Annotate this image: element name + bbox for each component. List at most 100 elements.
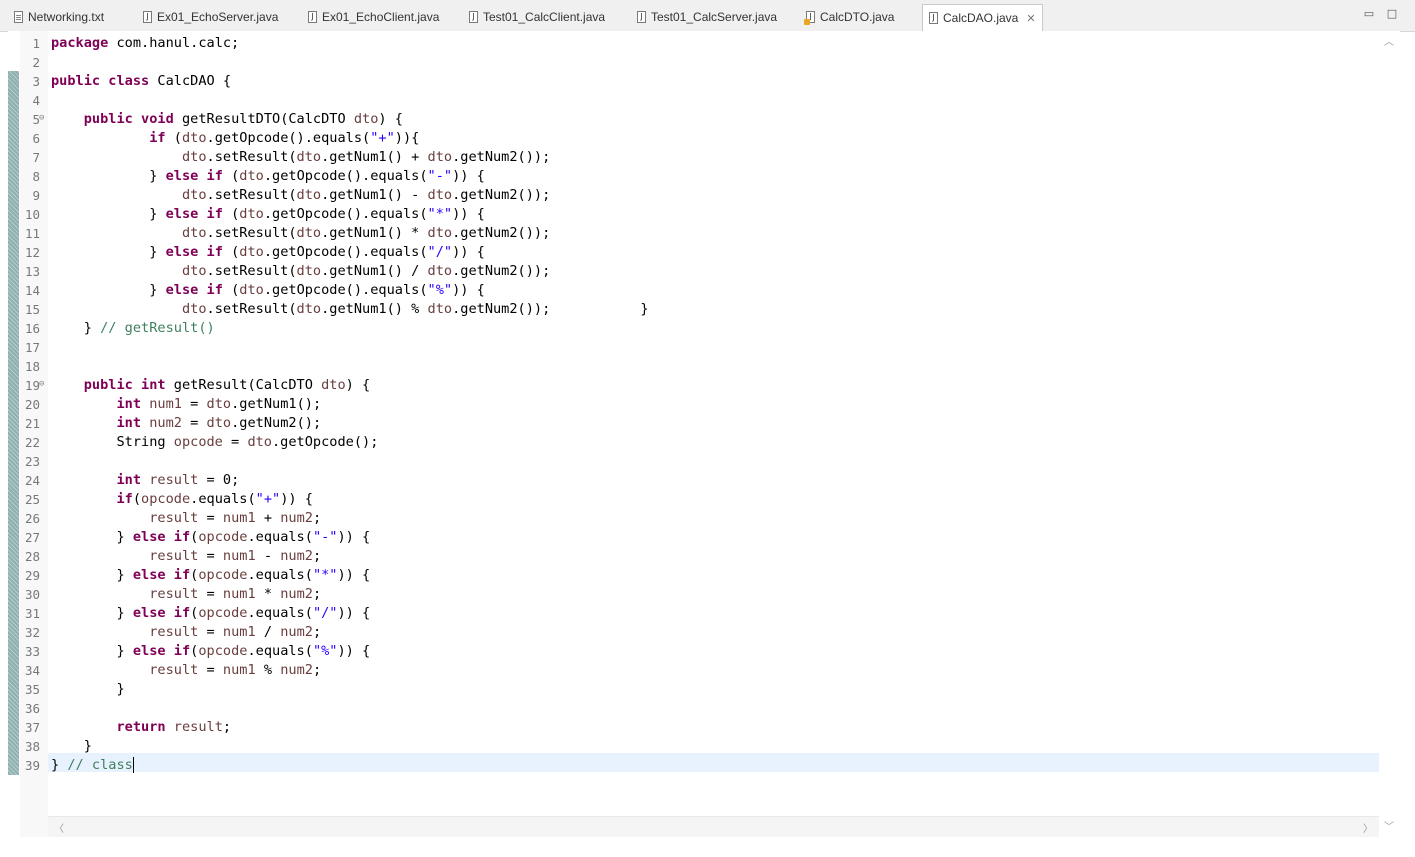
code-line[interactable]: 4: [8, 91, 1379, 110]
code-text: result = num1 - num2;: [149, 548, 322, 564]
code-text: public void getResultDTO(CalcDTO dto) {: [83, 111, 403, 127]
line-number: 2: [32, 55, 40, 70]
code-line[interactable]: 5 ⊖ public void getResultDTO(CalcDTO dto)…: [8, 110, 1379, 129]
code-line[interactable]: 11 dto.setResult(dto.getNum1() * dto.get…: [8, 224, 1379, 243]
code-line[interactable]: 29 } else if(opcode.equals("*")) {: [8, 566, 1379, 585]
tab-ex01-echoserver[interactable]: J Ex01_EchoServer.java: [143, 6, 278, 28]
code-line[interactable]: 23: [8, 452, 1379, 471]
line-number: 14: [24, 283, 40, 298]
code-line[interactable]: 37 return result;: [8, 718, 1379, 737]
code-line[interactable]: 8 } else if (dto.getOpcode().equals("-")…: [8, 167, 1379, 186]
code-text: } else if (dto.getOpcode().equals("%")) …: [51, 282, 485, 298]
java-file-icon: J: [929, 12, 938, 24]
vertical-scrollbar[interactable]: ︿ ﹀: [1379, 31, 1400, 837]
code-line[interactable]: 14 } else if (dto.getOpcode().equals("%"…: [8, 281, 1379, 300]
code-line[interactable]: 15 dto.setResult(dto.getNum1() % dto.get…: [8, 300, 1379, 319]
line-number: 24: [24, 473, 40, 488]
tab-calcdto[interactable]: J CalcDTO.java: [804, 6, 894, 28]
code-line[interactable]: 21 int num2 = dto.getNum2();: [8, 414, 1379, 433]
code-line[interactable]: 36: [8, 699, 1379, 718]
line-number: 4: [32, 93, 40, 108]
tab-label: Test01_CalcClient.java: [483, 10, 606, 24]
tab-calcdao[interactable]: J CalcDAO.java ✕: [922, 4, 1043, 31]
code-text: } // getResult(): [51, 320, 215, 336]
code-text: public class CalcDAO {: [51, 73, 232, 89]
code-lines: 1 package com.hanul.calc; 2 3 public class C…: [8, 34, 1379, 775]
code-line[interactable]: 10 } else if (dto.getOpcode().equals("*"…: [8, 205, 1379, 224]
scroll-left-icon[interactable]: 〈: [54, 820, 64, 835]
code-text: result = num1 % num2;: [149, 662, 322, 678]
code-line[interactable]: 17: [8, 338, 1379, 357]
code-text: } else if (dto.getOpcode().equals("*")) …: [51, 206, 485, 222]
tab-test01-calcserver[interactable]: J Test01_CalcServer.java: [637, 6, 777, 28]
minimize-button[interactable]: ▭: [1362, 7, 1376, 21]
code-text: dto.setResult(dto.getNum1() * dto.getNum…: [181, 225, 551, 241]
code-text: } else if(opcode.equals("/")) {: [51, 605, 371, 621]
line-number: 17: [24, 340, 40, 355]
line-number: 5: [32, 112, 40, 127]
editor-tab-bar: Networking.txt J Ex01_EchoServer.java J …: [0, 0, 1415, 32]
code-line[interactable]: 32 result = num1 / num2;: [8, 623, 1379, 642]
tab-label: Ex01_EchoServer.java: [157, 10, 279, 24]
line-number: 36: [24, 701, 40, 716]
code-text: } else if(opcode.equals("-")) {: [51, 529, 371, 545]
code-editor[interactable]: 1 package com.hanul.calc; 2 3 public class C…: [8, 31, 1400, 837]
code-line[interactable]: 27 } else if(opcode.equals("-")) {: [8, 528, 1379, 547]
code-line[interactable]: 18: [8, 357, 1379, 376]
code-text: } else if(opcode.equals("*")) {: [51, 567, 371, 583]
line-number: 16: [24, 321, 40, 336]
code-text: dto.setResult(dto.getNum1() / dto.getNum…: [181, 263, 551, 279]
line-number: 7: [32, 150, 40, 165]
code-text: public int getResult(CalcDTO dto) {: [83, 377, 371, 393]
scroll-down-icon[interactable]: ﹀: [1384, 818, 1394, 833]
code-line[interactable]: 7 dto.setResult(dto.getNum1() + dto.getN…: [8, 148, 1379, 167]
code-line[interactable]: 12 } else if (dto.getOpcode().equals("/"…: [8, 243, 1379, 262]
code-line[interactable]: 28 result = num1 - num2;: [8, 547, 1379, 566]
maximize-button[interactable]: □: [1385, 7, 1399, 21]
text-file-icon: [14, 11, 23, 23]
code-line[interactable]: 25 if(opcode.equals("+")) {: [8, 490, 1379, 509]
code-text: result = num1 + num2;: [149, 510, 322, 526]
code-text: package com.hanul.calc;: [51, 35, 240, 51]
code-line[interactable]: 13 dto.setResult(dto.getNum1() / dto.get…: [8, 262, 1379, 281]
code-line[interactable]: 30 result = num1 * num2;: [8, 585, 1379, 604]
code-line[interactable]: 2: [8, 53, 1379, 72]
collapse-fold-icon[interactable]: ⊖: [39, 112, 44, 124]
line-number: 8: [32, 169, 40, 184]
code-line[interactable]: 26 result = num1 + num2;: [8, 509, 1379, 528]
horizontal-scrollbar[interactable]: 〈 〉: [48, 816, 1379, 837]
code-line[interactable]: 33 } else if(opcode.equals("%")) {: [8, 642, 1379, 661]
code-line[interactable]: 31 } else if(opcode.equals("/")) {: [8, 604, 1379, 623]
tab-ex01-echoclient[interactable]: J Ex01_EchoClient.java: [308, 6, 439, 28]
code-line[interactable]: 6 if (dto.getOpcode().equals("+")){: [8, 129, 1379, 148]
line-number: 31: [24, 606, 40, 621]
code-line[interactable]: 20 int num1 = dto.getNum1();: [8, 395, 1379, 414]
tab-label: Networking.txt: [28, 10, 105, 24]
line-number: 12: [24, 245, 40, 260]
code-line[interactable]: 16 } // getResult(): [8, 319, 1379, 338]
close-tab-icon[interactable]: ✕: [1026, 12, 1035, 25]
code-line[interactable]: 3 public class CalcDAO {: [8, 72, 1379, 91]
code-line[interactable]: 1 package com.hanul.calc;: [8, 34, 1379, 53]
line-number: 13: [24, 264, 40, 279]
line-number: 25: [24, 492, 40, 507]
scroll-up-icon[interactable]: ︿: [1384, 33, 1394, 48]
tab-networking-txt[interactable]: Networking.txt: [14, 6, 104, 28]
code-line[interactable]: 34 result = num1 % num2;: [8, 661, 1379, 680]
collapse-fold-icon[interactable]: ⊖: [39, 378, 44, 390]
line-number: 21: [24, 416, 40, 431]
tab-label: Test01_CalcServer.java: [651, 10, 778, 24]
scroll-right-icon[interactable]: 〉: [1363, 820, 1373, 835]
code-line[interactable]: 35 }: [8, 680, 1379, 699]
java-file-warning-icon: J: [804, 11, 815, 25]
line-number: 1: [32, 36, 40, 51]
code-line[interactable]: 19 ⊖ public int getResult(CalcDTO dto) {: [8, 376, 1379, 395]
tab-test01-calcclient[interactable]: J Test01_CalcClient.java: [469, 6, 605, 28]
code-line[interactable]: 39} // class: [8, 756, 1379, 775]
code-line[interactable]: 9 dto.setResult(dto.getNum1() - dto.getN…: [8, 186, 1379, 205]
line-number: 15: [24, 302, 40, 317]
code-line[interactable]: 38 }: [8, 737, 1379, 756]
code-line[interactable]: 22 String opcode = dto.getOpcode();: [8, 433, 1379, 452]
line-number: 35: [24, 682, 40, 697]
code-line[interactable]: 24 int result = 0;: [8, 471, 1379, 490]
